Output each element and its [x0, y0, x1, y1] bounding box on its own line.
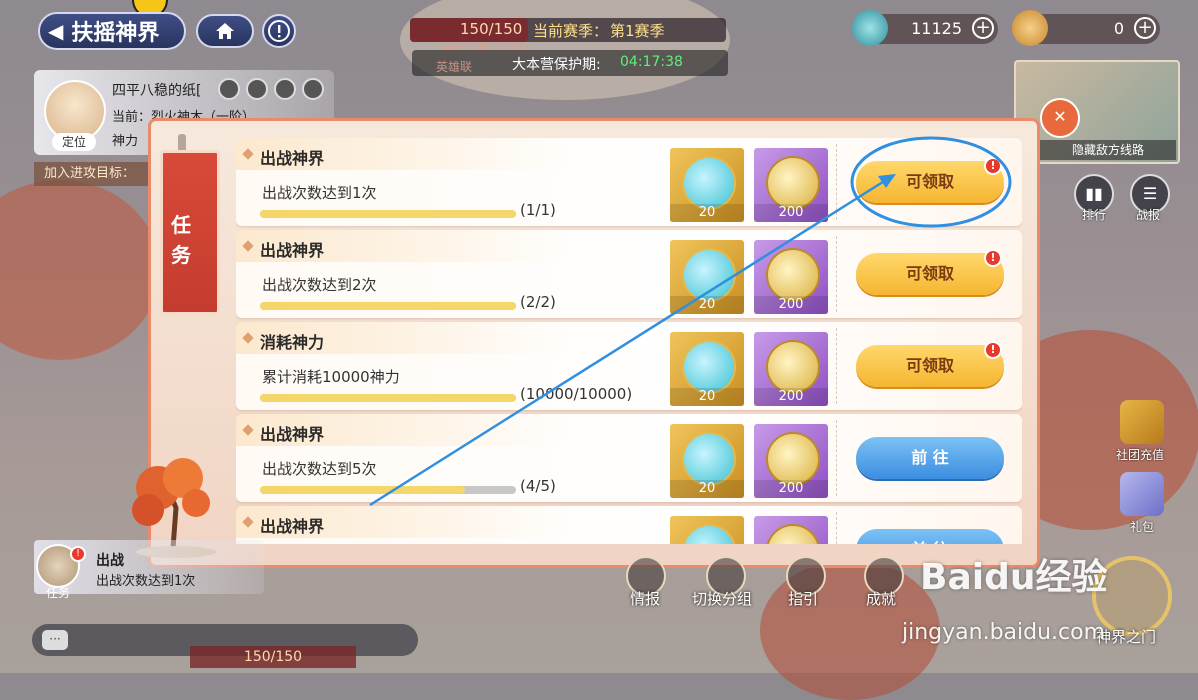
guide-label: 指引	[788, 590, 819, 608]
bottom-task-desc: 出战次数达到1次	[96, 574, 196, 589]
intel-label: 情报	[630, 590, 661, 608]
alert-badge-icon: !	[70, 546, 86, 562]
task-button-label: 任务	[46, 586, 71, 600]
achievement-label: 成就	[866, 590, 897, 608]
watermark-url: jingyan.baidu.com	[902, 620, 1106, 645]
switch-group-label: 切换分组	[692, 590, 753, 608]
watermark-brand: Baidu经验	[920, 557, 1108, 598]
bottom-task-title: 出战	[96, 553, 124, 569]
bottom-hp-text: 150/150	[190, 646, 356, 668]
chat-icon[interactable]: ···	[42, 630, 68, 650]
